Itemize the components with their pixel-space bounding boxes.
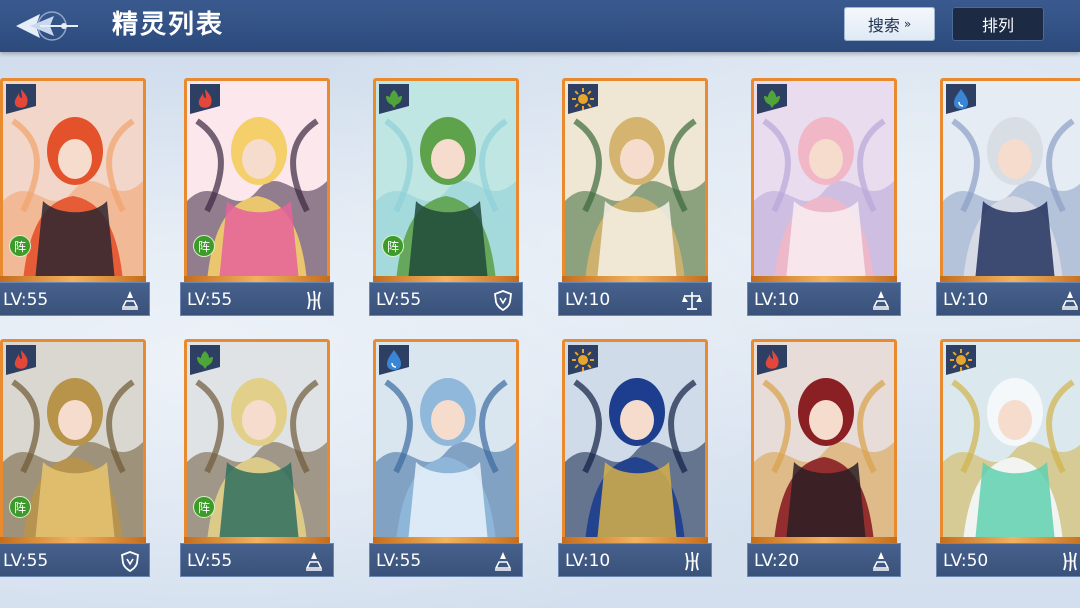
spirit-card[interactable]: 阵 LV:55 bbox=[0, 339, 150, 577]
card-frame bbox=[940, 339, 1080, 545]
card-frame bbox=[751, 339, 897, 545]
card-frame bbox=[562, 339, 708, 545]
formation-badge: 阵 bbox=[193, 235, 215, 257]
claw-icon bbox=[307, 290, 321, 311]
card-info-bar: LV:10 bbox=[558, 543, 712, 577]
spirit-portrait bbox=[943, 342, 1080, 542]
page-title: 精灵列表 bbox=[112, 10, 225, 40]
search-button-label: 搜索 bbox=[867, 16, 900, 35]
card-frame: 阵 bbox=[0, 339, 146, 545]
sort-button-label: 排列 bbox=[981, 16, 1014, 35]
nature-icon bbox=[379, 84, 409, 114]
water-icon bbox=[946, 84, 976, 114]
spirit-portrait: 阵 bbox=[376, 81, 516, 281]
level-label: LV:55 bbox=[376, 290, 422, 310]
spirit-portrait bbox=[565, 81, 705, 281]
formation-badge: 阵 bbox=[382, 235, 404, 257]
formation-badge: 阵 bbox=[9, 235, 31, 257]
level-label: LV:55 bbox=[187, 551, 233, 571]
spirit-portrait bbox=[376, 342, 516, 542]
mage-icon bbox=[1061, 291, 1079, 310]
balance-icon bbox=[682, 292, 702, 310]
card-info-bar: LV:10 bbox=[558, 282, 712, 316]
level-label: LV:55 bbox=[187, 290, 233, 310]
card-info-bar: LV:10 bbox=[747, 282, 901, 316]
mage-icon bbox=[494, 552, 512, 571]
mage-icon bbox=[872, 552, 890, 571]
mage-icon bbox=[872, 291, 890, 310]
spirit-card[interactable]: LV:10 bbox=[558, 339, 712, 577]
level-label: LV:10 bbox=[754, 290, 800, 310]
card-frame: 阵 bbox=[184, 78, 330, 284]
spirit-card[interactable]: 阵 LV:55 bbox=[369, 78, 523, 316]
card-info-bar: LV:50 bbox=[936, 543, 1080, 577]
background bbox=[0, 0, 1080, 608]
level-label: LV:10 bbox=[943, 290, 989, 310]
light-icon bbox=[946, 345, 976, 375]
mage-icon bbox=[305, 552, 323, 571]
spirit-portrait: 阵 bbox=[3, 81, 143, 281]
water-icon bbox=[379, 345, 409, 375]
spirit-card[interactable]: LV:10 bbox=[558, 78, 712, 316]
chevron-down-icon: » bbox=[903, 17, 912, 31]
sort-button[interactable]: 排列 bbox=[952, 7, 1044, 41]
spirit-card[interactable]: 阵 LV:55 bbox=[0, 78, 150, 316]
card-info-bar: LV:55 bbox=[180, 543, 334, 577]
spirit-portrait bbox=[754, 342, 894, 542]
level-label: LV:55 bbox=[376, 551, 422, 571]
level-label: LV:10 bbox=[565, 290, 611, 310]
fire-icon bbox=[757, 345, 787, 375]
top-bar: 精灵列表 搜索 » 排列 bbox=[0, 0, 1080, 52]
card-frame: 阵 bbox=[0, 78, 146, 284]
spirit-card[interactable]: 阵 LV:55 bbox=[180, 78, 334, 316]
nature-icon bbox=[190, 345, 220, 375]
spirit-portrait: 阵 bbox=[187, 342, 327, 542]
back-emblem-icon[interactable] bbox=[10, 4, 82, 48]
mage-icon bbox=[121, 291, 139, 310]
spirit-card[interactable]: LV:55 bbox=[369, 339, 523, 577]
shield-icon bbox=[121, 551, 139, 572]
level-label: LV:20 bbox=[754, 551, 800, 571]
card-frame: 阵 bbox=[184, 339, 330, 545]
level-label: LV:10 bbox=[565, 551, 611, 571]
card-frame bbox=[373, 339, 519, 545]
level-label: LV:55 bbox=[3, 551, 49, 571]
spirit-card[interactable]: LV:20 bbox=[747, 339, 901, 577]
spirit-card[interactable]: LV:50 bbox=[936, 339, 1080, 577]
fire-icon bbox=[6, 84, 36, 114]
card-frame bbox=[751, 78, 897, 284]
claw-icon bbox=[1063, 551, 1077, 572]
shield-icon bbox=[494, 290, 512, 311]
light-icon bbox=[568, 84, 598, 114]
spirit-card[interactable]: LV:10 bbox=[747, 78, 901, 316]
spirit-portrait: 阵 bbox=[3, 342, 143, 542]
spirit-portrait bbox=[943, 81, 1080, 281]
nature-icon bbox=[757, 84, 787, 114]
fire-icon bbox=[190, 84, 220, 114]
card-info-bar: LV:55 bbox=[180, 282, 334, 316]
fire-icon bbox=[6, 345, 36, 375]
formation-badge: 阵 bbox=[9, 496, 31, 518]
formation-badge: 阵 bbox=[193, 496, 215, 518]
card-info-bar: LV:10 bbox=[936, 282, 1080, 316]
level-label: LV:50 bbox=[943, 551, 989, 571]
spirit-portrait bbox=[754, 81, 894, 281]
search-button[interactable]: 搜索 » bbox=[844, 7, 935, 41]
card-info-bar: LV:55 bbox=[0, 543, 150, 577]
level-label: LV:55 bbox=[3, 290, 49, 310]
claw-icon bbox=[685, 551, 699, 572]
card-info-bar: LV:55 bbox=[369, 282, 523, 316]
spirit-portrait: 阵 bbox=[187, 81, 327, 281]
card-frame bbox=[940, 78, 1080, 284]
card-info-bar: LV:20 bbox=[747, 543, 901, 577]
card-info-bar: LV:55 bbox=[369, 543, 523, 577]
card-frame bbox=[562, 78, 708, 284]
card-info-bar: LV:55 bbox=[0, 282, 150, 316]
card-frame: 阵 bbox=[373, 78, 519, 284]
spirit-card[interactable]: 阵 LV:55 bbox=[180, 339, 334, 577]
spirit-card[interactable]: LV:10 bbox=[936, 78, 1080, 316]
light-icon bbox=[568, 345, 598, 375]
spirit-portrait bbox=[565, 342, 705, 542]
